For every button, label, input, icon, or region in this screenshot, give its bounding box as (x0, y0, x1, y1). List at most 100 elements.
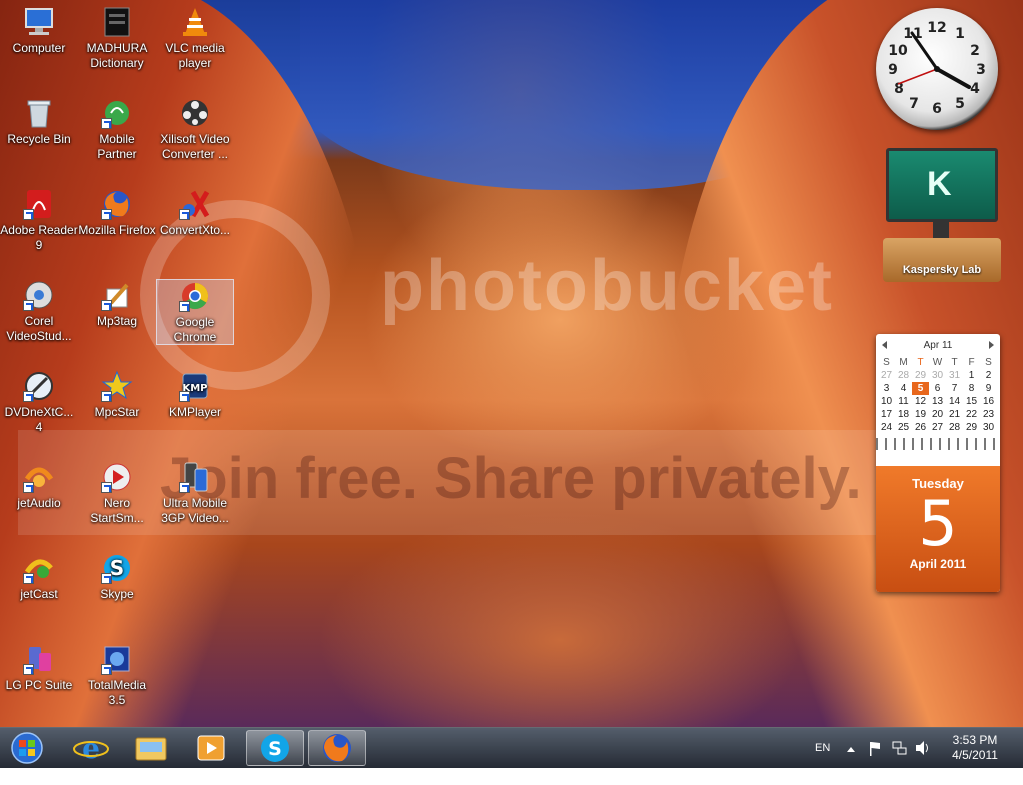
calendar-day[interactable]: 9 (980, 382, 997, 395)
calendar-day[interactable]: 23 (980, 408, 997, 421)
desktop-icon-mp3tag[interactable]: Mp3tag (78, 279, 156, 329)
taskbar-firefox[interactable] (308, 730, 366, 766)
calendar-day[interactable]: 29 (963, 421, 980, 434)
calendar-day[interactable]: 28 (946, 421, 963, 434)
calendar-day[interactable]: 10 (878, 395, 895, 408)
desktop-icon-adobe-reader[interactable]: Adobe Reader 9 (0, 188, 78, 253)
calendar-day[interactable]: 30 (980, 421, 997, 434)
icon-label: Xilisoft Video Converter ... (160, 132, 230, 161)
calendar-day[interactable]: 31 (946, 369, 963, 382)
calendar-day[interactable]: 28 (895, 369, 912, 382)
calendar-day[interactable]: 6 (929, 382, 946, 395)
system-date: 4/5/2011 (952, 748, 998, 762)
desktop-icon-convertxto[interactable]: ConvertXto... (156, 188, 234, 238)
calendar-day[interactable]: 24 (878, 421, 895, 434)
desktop-icon-jetaudio[interactable]: jetAudio (0, 461, 78, 511)
prev-month-icon[interactable] (882, 341, 887, 349)
calendar-day[interactable]: 13 (929, 395, 946, 408)
desktop-icon-vlc[interactable]: VLC media player (156, 6, 234, 71)
calendar-day[interactable]: 26 (912, 421, 929, 434)
calendar-day[interactable]: 21 (946, 408, 963, 421)
kaspersky-desk: Kaspersky Lab (883, 238, 1001, 282)
system-clock[interactable]: 3:53 PM 4/5/2011 (940, 733, 1010, 763)
watermark-slogan: Join free. Share privately. (160, 446, 862, 511)
desktop-icon-mpcstar[interactable]: MpcStar (78, 370, 156, 420)
desktop-icon-dvdnextc[interactable]: DVDneXtC... 4 (0, 370, 78, 435)
clock-gadget[interactable]: 12 1 2 3 4 5 6 7 8 9 10 11 (876, 8, 998, 130)
taskbar-internet-explorer[interactable]: e (62, 730, 120, 766)
calendar-day[interactable]: 20 (929, 408, 946, 421)
calendar-day[interactable]: 3 (878, 382, 895, 395)
calendar-day[interactable]: 2 (980, 369, 997, 382)
desktop-icon-lg-pc-suite[interactable]: LG PC Suite (0, 643, 78, 693)
folder-icon (135, 737, 167, 761)
clock-hands (897, 31, 971, 89)
weekday: W (932, 357, 943, 368)
action-center-tray[interactable] (868, 728, 882, 768)
calendar-day[interactable]: 1 (963, 369, 980, 382)
desktop-icon-totalmedia[interactable]: TotalMedia 3.5 (78, 643, 156, 708)
calendar-day[interactable]: 15 (963, 395, 980, 408)
desktop-icon-jetcast[interactable]: jetCast (0, 552, 78, 602)
desktop-icon-nero[interactable]: Nero StartSm... (78, 461, 156, 526)
icon-label: Mobile Partner (97, 132, 137, 161)
calendar-day[interactable]: 4 (895, 382, 912, 395)
desktop-icon-google-chrome[interactable]: Google Chrome (156, 279, 234, 345)
kaspersky-monitor: K (886, 148, 998, 222)
calendar-day[interactable]: 25 (895, 421, 912, 434)
calendar-day[interactable]: 16 (980, 395, 997, 408)
calendar-day[interactable]: 7 (946, 382, 963, 395)
calendar-day[interactable]: 14 (946, 395, 963, 408)
desktop-icon-recycle-bin[interactable]: Recycle Bin (0, 97, 78, 147)
chevron-up-icon (847, 747, 855, 752)
shortcut-arrow-icon (179, 391, 190, 402)
desktop-icon-corel[interactable]: Corel VideoStud... (0, 279, 78, 344)
calendar-day[interactable]: 27 (878, 369, 895, 382)
desktop-icon-kmplayer[interactable]: KMP KMPlayer (156, 370, 234, 420)
calendar-day-number: 5 (918, 487, 958, 560)
desktop-icon-mobile-partner[interactable]: Mobile Partner (78, 97, 156, 162)
calendar-day-today[interactable]: 5 (912, 382, 929, 395)
taskbar-windows-explorer[interactable] (122, 730, 180, 766)
desktop-icon-ultra-mobile-3gp[interactable]: Ultra Mobile 3GP Video... (156, 461, 234, 526)
calendar-day[interactable]: 12 (912, 395, 929, 408)
start-button[interactable] (0, 730, 56, 766)
shortcut-arrow-icon (101, 573, 112, 584)
svg-text:e: e (82, 732, 100, 765)
kaspersky-label: Kaspersky Lab (902, 264, 982, 276)
taskbar-skype[interactable]: S (246, 730, 304, 766)
calendar-day[interactable]: 22 (963, 408, 980, 421)
volume-tray[interactable] (914, 728, 932, 768)
language-indicator[interactable]: EN (815, 728, 830, 768)
kaspersky-gadget[interactable]: K Kaspersky Lab (883, 146, 1001, 284)
calendar-header: Apr 11 (876, 334, 1000, 356)
network-tray[interactable] (892, 728, 908, 768)
adobe-reader-icon (23, 188, 55, 220)
calendar-day[interactable]: 17 (878, 408, 895, 421)
show-hidden-icons-button[interactable] (846, 728, 856, 768)
calendar-day[interactable]: 11 (895, 395, 912, 408)
shortcut-arrow-icon (101, 118, 112, 129)
calendar-month-year: April 2011 (909, 557, 967, 571)
mpcstar-icon (101, 370, 133, 402)
desktop-icon-firefox[interactable]: Mozilla Firefox (78, 188, 156, 238)
jetaudio-icon (23, 461, 55, 493)
next-month-icon[interactable] (988, 341, 994, 349)
calendar-day[interactable]: 19 (912, 408, 929, 421)
calendar-day[interactable]: 8 (963, 382, 980, 395)
taskbar-media-player[interactable] (182, 730, 240, 766)
icon-label: VLC media player (165, 41, 225, 70)
icon-label: jetAudio (17, 496, 61, 510)
calendar-day[interactable]: 18 (895, 408, 912, 421)
desktop-icon-xilisoft[interactable]: Xilisoft Video Converter ... (156, 97, 234, 162)
desktop-icon-skype[interactable]: S Skype (78, 552, 156, 602)
kaspersky-logo: K (927, 165, 952, 203)
calendar-day[interactable]: 27 (929, 421, 946, 434)
calendar-gadget[interactable]: Apr 11 S M T W T F S 27 28 29 30 31 1 2 (876, 334, 1000, 592)
calendar-day[interactable]: 30 (929, 369, 946, 382)
calendar-day[interactable]: 29 (912, 369, 929, 382)
calendar-day-page[interactable]: Tuesday 5 April 2011 (876, 466, 1000, 592)
desktop-icon-madhura-dictionary[interactable]: MADHURA Dictionary (78, 6, 156, 71)
desktop-icon-computer[interactable]: Computer (0, 6, 78, 56)
icon-label: LG PC Suite (5, 678, 73, 692)
